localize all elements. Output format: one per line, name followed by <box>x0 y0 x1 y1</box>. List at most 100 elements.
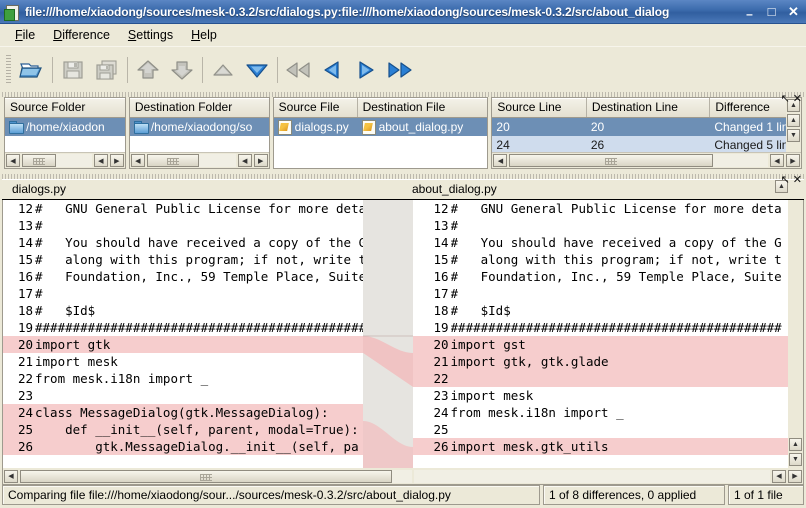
scroll-down-arrow[interactable]: ▼ <box>789 453 802 466</box>
scroll-down-arrow[interactable]: ▼ <box>787 129 800 142</box>
table-row[interactable]: dialogs.py about_dialog.py <box>273 118 488 136</box>
line-number: 24 <box>433 405 449 420</box>
difference-list-hscrollbar[interactable]: ◀ ◀ ▶ <box>492 152 801 168</box>
scroll-left-icon[interactable]: ◀ <box>493 154 508 167</box>
diff-vscrollbar[interactable]: ▲ ▲ ▼ <box>788 200 803 468</box>
line-number: 14 <box>433 235 449 250</box>
code-line: 13 # <box>3 217 363 234</box>
column-difference[interactable]: Difference <box>710 98 786 117</box>
scroll-right-arrow[interactable]: ▶ <box>786 154 800 167</box>
code-line: 24 class MessageDialog(gtk.MessageDialog)… <box>3 404 363 421</box>
menu-help[interactable]: Help <box>182 26 226 44</box>
cell-difference: Changed 1 lin <box>714 120 786 134</box>
line-number: 13 <box>17 218 33 233</box>
scroll-thumb[interactable] <box>146 154 199 167</box>
scroll-up-arrow-2[interactable]: ▲ <box>787 114 800 127</box>
scroll-track[interactable] <box>509 154 768 167</box>
scroll-track[interactable] <box>414 469 770 483</box>
minimize-button[interactable]: – <box>739 0 760 23</box>
column-destination-file[interactable]: Destination File <box>357 98 488 117</box>
scroll-left-icon[interactable]: ◀ <box>6 154 20 167</box>
apply-up-button[interactable] <box>131 52 165 88</box>
scroll-right-arrow[interactable]: ▶ <box>109 154 124 167</box>
code-line: 15 # along with this program; if not, wri… <box>3 251 363 268</box>
diff-body: 12 # GNU General Public License for more … <box>2 200 804 468</box>
source-folder-path: /home/xiaodon <box>26 120 105 134</box>
code-line: 24 from mesk.i18n import _ <box>413 404 788 421</box>
toolbar-grip[interactable] <box>6 54 11 85</box>
scroll-thumb[interactable] <box>22 154 56 167</box>
list-item[interactable]: /home/xiaodon <box>5 118 125 136</box>
destination-file-name: about_dialog.py <box>378 120 464 134</box>
python-file-icon <box>361 119 376 135</box>
scroll-track[interactable] <box>22 154 92 167</box>
close-icon[interactable]: ✕ <box>793 173 802 186</box>
scroll-left-arrow[interactable]: ◀ <box>772 469 786 483</box>
code-line: 12 # GNU General Public License for more … <box>3 200 363 217</box>
line-number: 16 <box>17 269 33 284</box>
menu-settings-label: ettings <box>136 28 174 42</box>
line-text: # Foundation, Inc., 59 Temple Place, Sui… <box>450 269 782 284</box>
maximize-button[interactable]: □ <box>761 2 782 22</box>
column-destination-folder[interactable]: Destination Folder <box>129 98 269 117</box>
left-code-view[interactable]: 12 # GNU General Public License for more … <box>3 200 363 468</box>
scroll-left-arrow[interactable]: ◀ <box>4 469 18 483</box>
close-icon[interactable]: ✕ <box>793 92 802 105</box>
restore-icon[interactable]: ↖ <box>781 173 790 186</box>
line-text: import gtk, gtk.glade <box>450 354 609 369</box>
next-difference-button[interactable] <box>240 52 274 88</box>
first-file-button[interactable] <box>281 52 315 88</box>
list-item[interactable]: /home/xiaodong/so <box>129 118 269 136</box>
diff-pane-controls: ↖ ✕ <box>781 173 802 186</box>
line-text: import gst <box>450 337 526 352</box>
menu-bar: File Difference Settings Help <box>0 24 806 46</box>
right-hscrollbar[interactable]: ◀ ▶ <box>413 469 803 483</box>
column-destination-line[interactable]: Destination Line <box>586 98 711 117</box>
source-folder-hscrollbar[interactable]: ◀ ◀ ▶ <box>5 152 125 168</box>
difference-list-vscrollbar[interactable]: ▲ ▲ ▼ <box>786 98 801 152</box>
status-files: 1 of 1 file <box>728 485 804 505</box>
close-button[interactable]: ✕ <box>783 2 804 22</box>
previous-difference-button[interactable] <box>206 52 240 88</box>
scroll-thumb[interactable] <box>20 469 392 483</box>
column-source-folder[interactable]: Source Folder <box>5 98 125 117</box>
restore-icon[interactable]: ↖ <box>781 92 790 105</box>
scroll-left-arrow[interactable]: ◀ <box>237 154 252 167</box>
top-pane-row: Source Folder /home/xiaodon ◀ ◀ ▶ Destin… <box>2 97 804 169</box>
table-row[interactable]: 20 20 Changed 1 lin <box>492 118 786 136</box>
table-row[interactable]: 24 26 Changed 5 lin <box>492 136 786 152</box>
destination-folder-hscrollbar[interactable]: ◀ ◀ ▶ <box>129 152 269 168</box>
save-as-button[interactable] <box>90 52 124 88</box>
scroll-right-arrow[interactable]: ▶ <box>253 154 268 167</box>
arrow-up-bold-icon <box>137 59 159 79</box>
column-source-file[interactable]: Source File <box>273 98 358 117</box>
menu-settings[interactable]: Settings <box>119 26 182 44</box>
line-text: # You should have received a copy of the… <box>35 235 363 250</box>
previous-file-button[interactable] <box>315 52 349 88</box>
scroll-right-arrow[interactable]: ▶ <box>788 469 802 483</box>
apply-down-button[interactable] <box>165 52 199 88</box>
column-source-line[interactable]: Source Line <box>492 98 587 117</box>
scroll-track[interactable] <box>146 154 236 167</box>
scroll-up-arrow[interactable]: ▲ <box>789 438 802 451</box>
line-number: 24 <box>17 405 33 420</box>
line-number: 20 <box>17 337 33 352</box>
code-line: 17 # <box>413 285 788 302</box>
destination-folder-panel: Destination Folder /home/xiaodong/so ◀ ◀… <box>128 97 270 169</box>
scroll-thumb[interactable] <box>509 154 714 167</box>
line-text: # GNU General Public License for more de… <box>450 201 782 216</box>
last-file-button[interactable] <box>383 52 417 88</box>
save-button[interactable] <box>56 52 90 88</box>
line-text: # $Id$ <box>450 303 511 318</box>
scroll-left-arrow[interactable]: ◀ <box>93 154 108 167</box>
next-file-button[interactable] <box>349 52 383 88</box>
source-folder-header: Source Folder <box>5 98 125 118</box>
left-hscrollbar[interactable]: ◀ <box>3 469 413 483</box>
scroll-track[interactable] <box>20 469 412 483</box>
menu-difference[interactable]: Difference <box>44 26 119 44</box>
scroll-left-icon[interactable]: ◀ <box>130 154 145 167</box>
menu-file[interactable]: File <box>6 26 44 44</box>
scroll-left-arrow[interactable]: ◀ <box>770 154 784 167</box>
open-folder-button[interactable] <box>15 52 49 88</box>
right-code-view[interactable]: 12 # GNU General Public License for more … <box>412 200 788 468</box>
